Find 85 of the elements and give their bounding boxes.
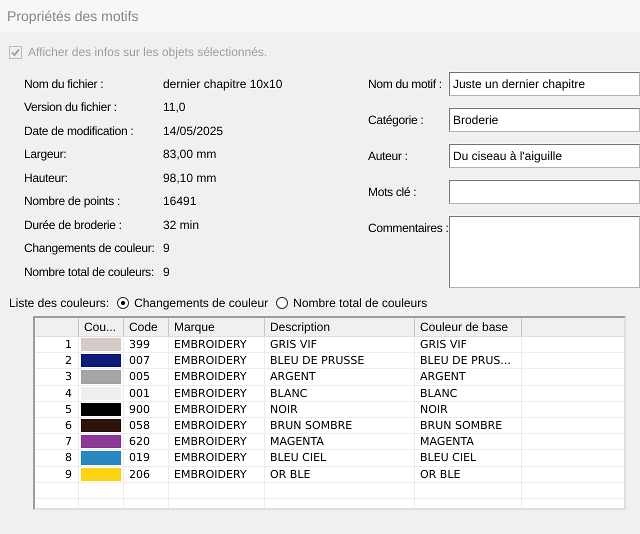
column-header[interactable]: Couleur de base xyxy=(415,318,522,336)
table-cell: BLEU DE PRUS... xyxy=(415,353,522,368)
info-label: Date de modification : xyxy=(24,124,134,138)
info-value: 83,00 mm xyxy=(163,147,216,162)
radio-label: Nombre total de couleurs xyxy=(293,296,428,310)
info-value: 16491 xyxy=(163,194,196,208)
window-title: Propriétés des motifs xyxy=(7,8,138,24)
field-label: Auteur : xyxy=(368,148,409,163)
row-number: 9 xyxy=(35,466,79,482)
row-number: 3 xyxy=(35,369,79,385)
table-cell: EMBROIDERY xyxy=(169,353,265,368)
radio-label: Changements de couleur xyxy=(134,296,268,310)
radio-button[interactable] xyxy=(117,297,130,309)
text-field[interactable]: Du ciseau à l'aiguille xyxy=(449,144,640,168)
table-cell: 900 xyxy=(124,402,169,417)
field-label: Mots clé : xyxy=(368,184,418,199)
table-cell: 019 xyxy=(124,450,169,466)
info-value: 98,10 mm xyxy=(163,170,216,185)
comments-field[interactable] xyxy=(449,216,640,288)
table-cell: EMBROIDERY xyxy=(169,466,265,482)
field-label: Catégorie : xyxy=(368,112,424,127)
table-cell: BRUN SOMBRE xyxy=(415,418,522,434)
row-number: 2 xyxy=(35,353,79,368)
checkbox-label: Afficher des infos sur les objets sélectionnés. xyxy=(28,45,268,59)
info-label: Hauteur: xyxy=(24,170,69,185)
table-cell: 007 xyxy=(124,353,169,368)
table-cell: ARGENT xyxy=(265,369,415,385)
table-cell: BRUN SOMBRE xyxy=(265,418,415,434)
column-header[interactable]: Description xyxy=(265,318,415,336)
table-cell: NOIR xyxy=(415,402,522,417)
row-number: 4 xyxy=(35,386,79,401)
info-value: 14/05/2025 xyxy=(163,124,224,138)
table-cell: 005 xyxy=(124,369,169,385)
info-label: Version du fichier : xyxy=(24,100,118,114)
table-cell: MAGENTA xyxy=(415,434,522,450)
table-cell: EMBROIDERY xyxy=(169,434,265,450)
info-value: 9 xyxy=(163,241,170,256)
info-label: Nom du fichier : xyxy=(24,76,104,91)
table-cell: BLEU DE PRUSSE xyxy=(265,353,415,368)
table-cell: EMBROIDERY xyxy=(169,402,265,417)
info-value: 9 xyxy=(163,264,170,279)
info-label: Nombre de points : xyxy=(24,194,121,208)
column-header[interactable]: Marque xyxy=(169,318,265,336)
table-cell: NOIR xyxy=(265,402,415,417)
text-field[interactable]: Broderie xyxy=(449,108,640,132)
info-label: Largeur: xyxy=(24,147,68,162)
info-value: dernier chapitre 10x10 xyxy=(163,76,282,91)
table-cell: EMBROIDERY xyxy=(169,386,265,401)
text-field[interactable]: Juste un dernier chapitre xyxy=(449,72,640,96)
table-cell: EMBROIDERY xyxy=(169,418,265,434)
field-label: Commentaires : xyxy=(368,220,449,235)
row-number: 5 xyxy=(35,402,79,417)
radio-button[interactable] xyxy=(276,297,288,309)
info-value: 11,0 xyxy=(163,100,186,114)
table-cell: BLANC xyxy=(415,386,522,401)
column-header[interactable]: Cou... xyxy=(79,318,124,336)
table-cell: OR BLE xyxy=(265,466,415,482)
table-cell: BLANC xyxy=(265,386,415,401)
table-cell: MAGENTA xyxy=(265,434,415,450)
table-cell: EMBROIDERY xyxy=(169,450,265,466)
table-cell: GRIS VIF xyxy=(265,337,415,352)
column-header[interactable]: Code xyxy=(124,318,169,336)
text-field[interactable] xyxy=(449,180,640,204)
table-cell: BLEU CIEL xyxy=(265,450,415,466)
row-number: 6 xyxy=(35,418,79,434)
row-number: 7 xyxy=(35,434,79,450)
table-cell: EMBROIDERY xyxy=(169,337,265,352)
table-cell: 620 xyxy=(124,434,169,450)
field-label: Nom du motif : xyxy=(368,76,443,91)
info-value: 32 min xyxy=(163,218,200,232)
table-cell: ARGENT xyxy=(415,369,522,385)
table-cell: BLEU CIEL xyxy=(415,450,522,466)
row-number: 1 xyxy=(35,337,79,352)
table-cell: EMBROIDERY xyxy=(169,369,265,385)
color-list-label: Liste des couleurs: xyxy=(9,296,110,310)
table-cell: 001 xyxy=(124,386,169,401)
info-label: Changements de couleur: xyxy=(24,241,156,256)
row-number: 8 xyxy=(35,450,79,466)
info-label: Durée de broderie : xyxy=(24,218,123,232)
table-cell: 058 xyxy=(124,418,169,434)
info-label: Nombre total de couleurs: xyxy=(24,264,155,279)
table-cell: GRIS VIF xyxy=(415,337,522,352)
table-cell: OR BLE xyxy=(415,466,522,482)
table-cell: 399 xyxy=(124,337,169,352)
table-cell: 206 xyxy=(124,466,169,482)
